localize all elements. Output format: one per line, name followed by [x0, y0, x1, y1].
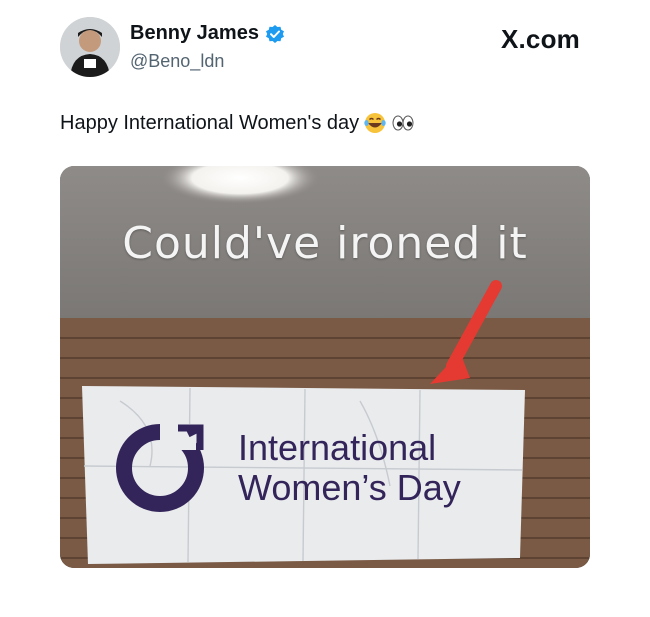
post-text: Happy International Women's day — [60, 111, 360, 134]
avatar-photo — [60, 17, 120, 77]
author-handle[interactable]: @Beno_ldn — [130, 51, 285, 72]
brand-label: X.com — [500, 24, 580, 54]
author-avatar[interactable] — [60, 17, 120, 77]
post-text-row: Happy International Women's day — [60, 111, 415, 135]
author-name[interactable]: Benny James — [130, 22, 259, 45]
banner-text: International Women’s Day — [238, 428, 461, 508]
verified-badge-icon — [265, 24, 285, 44]
post-image[interactable]: Could've ironed it International Women’s… — [60, 166, 590, 568]
banner-line-1: International — [238, 427, 437, 468]
face-with-tears-of-joy-icon — [363, 111, 387, 135]
banner-line-2: Women’s Day — [238, 467, 461, 508]
eyes-icon — [391, 111, 415, 135]
author-block: Benny James @Beno_ldn — [130, 22, 285, 72]
image-caption: Could've ironed it — [122, 218, 528, 269]
